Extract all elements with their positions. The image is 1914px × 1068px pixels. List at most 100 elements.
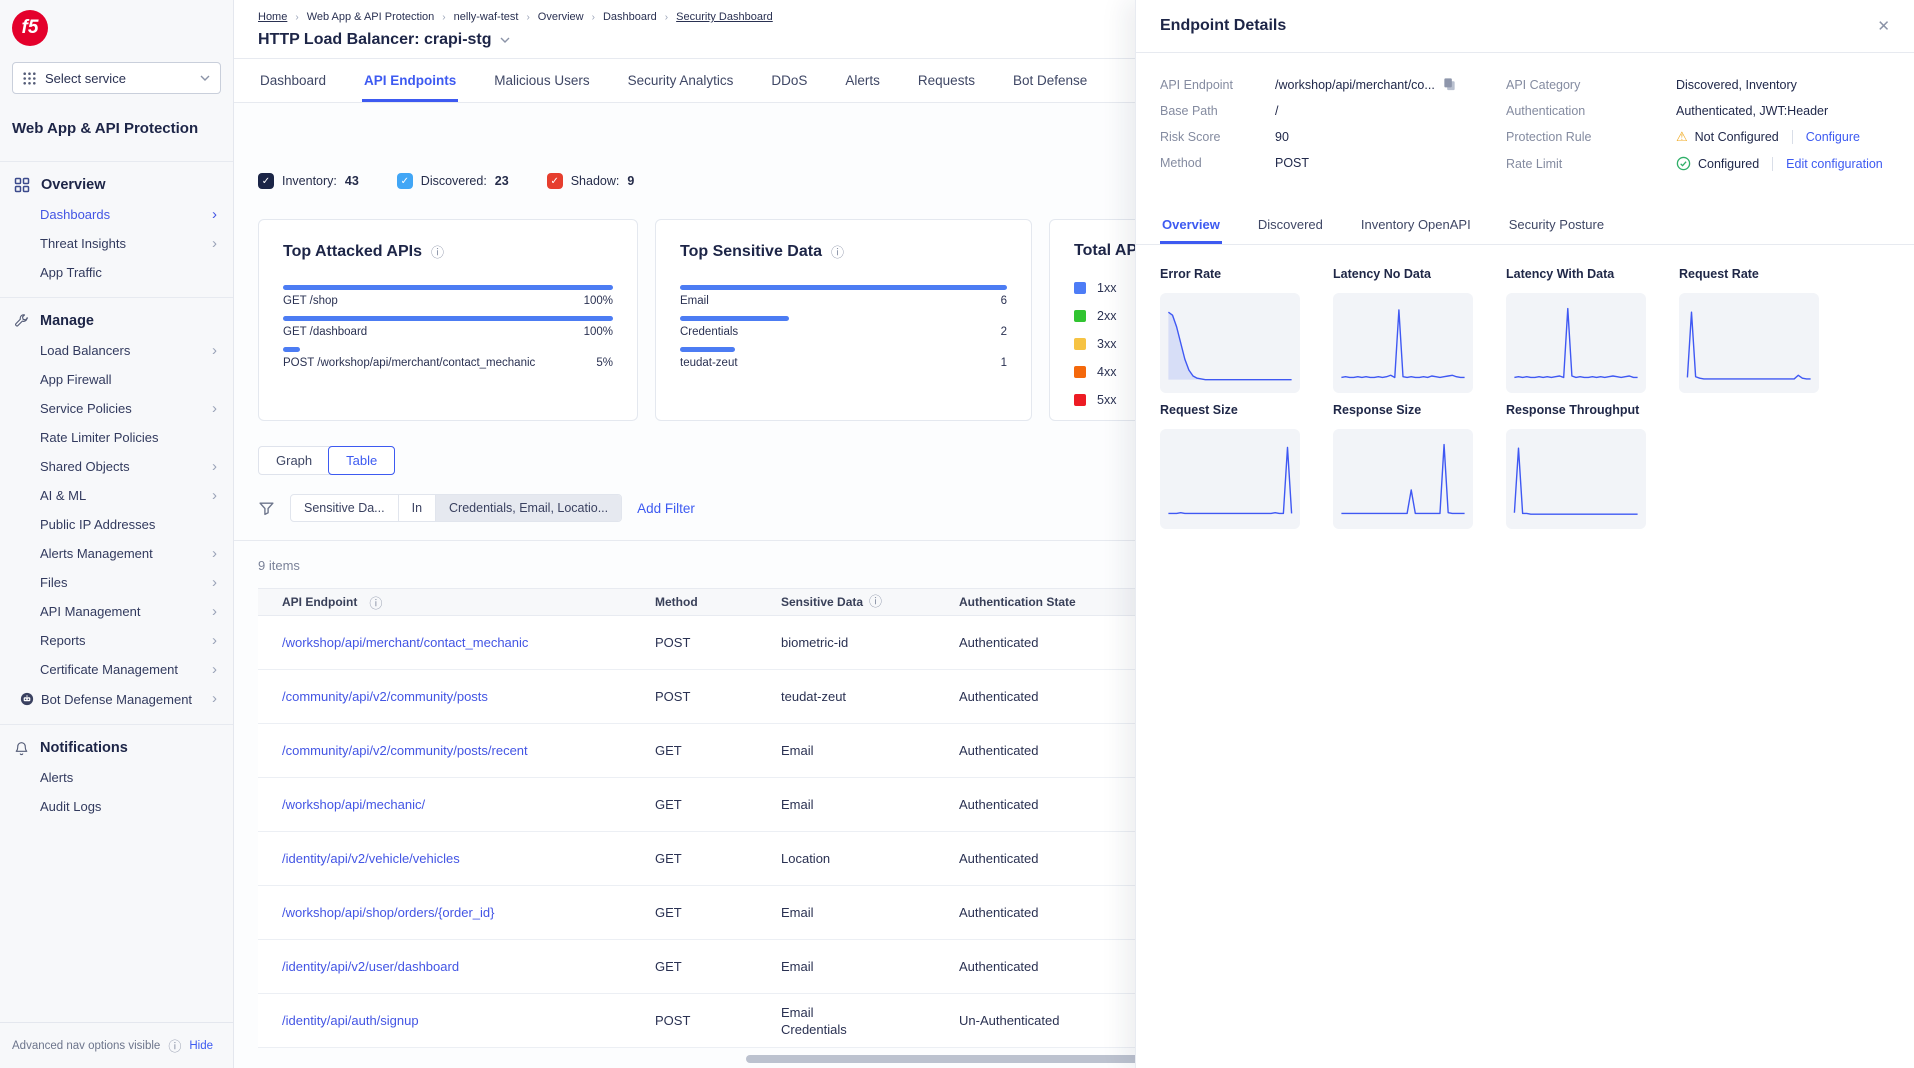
sidebar-item-threat-insights[interactable]: Threat Insights›: [0, 229, 233, 258]
filter-operator[interactable]: In: [398, 495, 436, 521]
sidebar-item-label: AI & ML: [40, 489, 86, 502]
sidebar-item-public-ip-addresses[interactable]: Public IP Addresses: [0, 510, 233, 539]
card-title: Top Attacked APIsⓘ: [283, 242, 613, 261]
bar-fill: [680, 285, 1007, 290]
configure-link[interactable]: Configure: [1806, 130, 1860, 144]
sidebar-item-bot-defense-management[interactable]: Bot Defense Management›: [0, 684, 233, 714]
panel-tab-inventory-openapi[interactable]: Inventory OpenAPI: [1359, 207, 1473, 244]
endpoint-link[interactable]: /identity/api/auth/signup: [282, 1013, 419, 1028]
sidebar-item-rate-limiter-policies[interactable]: Rate Limiter Policies: [0, 423, 233, 452]
checkbox-label: Discovered:: [421, 174, 487, 188]
sidebar-item-reports[interactable]: Reports›: [0, 626, 233, 655]
tab-malicious-users[interactable]: Malicious Users: [492, 59, 591, 102]
chevron-right-icon: ›: [212, 209, 223, 221]
chevron-right-icon: ›: [212, 403, 223, 415]
info-icon[interactable]: ⓘ: [168, 1036, 181, 1055]
sidebar-item-dashboards[interactable]: Dashboards ›: [0, 200, 233, 229]
view-toggle-table[interactable]: Table: [328, 446, 395, 475]
sensitive-data-cell: Email: [781, 742, 959, 759]
legend-label: 5xx: [1097, 393, 1116, 407]
sidebar-item-audit-logs[interactable]: Audit Logs: [0, 792, 233, 821]
sidebar-item-label: Alerts: [40, 771, 73, 784]
add-filter-button[interactable]: Add Filter: [637, 501, 695, 516]
tab-security-analytics[interactable]: Security Analytics: [626, 59, 736, 102]
tab-bot-defense[interactable]: Bot Defense: [1011, 59, 1089, 102]
sidebar-item-alerts[interactable]: Alerts: [0, 763, 233, 792]
breadcrumb-dashboard[interactable]: Dashboard: [603, 11, 657, 23]
panel-tab-security-posture[interactable]: Security Posture: [1507, 207, 1606, 244]
sidebar-item-app-traffic[interactable]: App Traffic: [0, 258, 233, 287]
endpoint-link[interactable]: /community/api/v2/community/posts: [282, 689, 488, 704]
metric-chart-title: Request Size: [1160, 403, 1300, 417]
nav-header-overview[interactable]: Overview: [0, 170, 233, 200]
panel-tab-overview[interactable]: Overview: [1160, 207, 1222, 244]
chevron-down-icon[interactable]: [500, 37, 510, 43]
filter-checkbox-discovered[interactable]: ✓Discovered:23: [397, 173, 509, 189]
filter-field[interactable]: Sensitive Da...: [291, 495, 398, 521]
sidebar-item-app-firewall[interactable]: App Firewall: [0, 365, 233, 394]
sidebar-item-load-balancers[interactable]: Load Balancers›: [0, 336, 233, 365]
tab-dashboard[interactable]: Dashboard: [258, 59, 328, 102]
filter-checkbox-inventory[interactable]: ✓Inventory:43: [258, 173, 359, 189]
nav-header-manage[interactable]: Manage: [0, 306, 233, 336]
bar-label: Email: [680, 295, 709, 307]
detail-value-text: /: [1275, 104, 1278, 118]
detail-value: 90: [1275, 130, 1289, 144]
tab-api-endpoints[interactable]: API Endpoints: [362, 59, 458, 102]
close-icon[interactable]: ✕: [1877, 17, 1890, 35]
endpoint-link[interactable]: /workshop/api/mechanic/: [282, 797, 425, 812]
warning-icon: ⚠: [1676, 129, 1688, 145]
sidebar-item-label: Dashboards: [40, 208, 110, 221]
view-toggle-graph[interactable]: Graph: [258, 446, 330, 475]
sidebar-item-alerts-management[interactable]: Alerts Management›: [0, 539, 233, 568]
detail-row-api-endpoint: API Endpoint/workshop/api/merchant/co...: [1160, 77, 1506, 92]
sensitive-data-cell: biometric-id: [781, 634, 959, 651]
detail-value: /workshop/api/merchant/co...: [1275, 77, 1457, 92]
filter-values-chip[interactable]: Credentials, Email, Locatio...: [436, 495, 621, 521]
metric-chart-title: Error Rate: [1160, 267, 1300, 281]
info-icon[interactable]: ⓘ: [369, 593, 382, 612]
legend-swatch: [1074, 366, 1086, 378]
breadcrumb-security-dashboard[interactable]: Security Dashboard: [676, 11, 773, 23]
filter-funnel-icon[interactable]: [258, 500, 275, 517]
breadcrumb-home[interactable]: Home: [258, 11, 287, 23]
sidebar-item-label: Reports: [40, 634, 86, 647]
edit-configuration-link[interactable]: Edit configuration: [1786, 157, 1883, 171]
nav-header-notifications[interactable]: Notifications: [0, 733, 233, 763]
breadcrumb-overview[interactable]: Overview: [538, 11, 584, 23]
chevron-right-icon: ›: [212, 238, 223, 250]
detail-label: API Category: [1506, 78, 1676, 92]
sparkline: [1160, 429, 1300, 529]
endpoint-link[interactable]: /identity/api/v2/user/dashboard: [282, 959, 459, 974]
sidebar-item-api-management[interactable]: API Management›: [0, 597, 233, 626]
hide-nav-link[interactable]: Hide: [189, 1040, 213, 1052]
tab-requests[interactable]: Requests: [916, 59, 977, 102]
info-icon[interactable]: ⓘ: [869, 594, 882, 609]
sidebar-item-shared-objects[interactable]: Shared Objects›: [0, 452, 233, 481]
panel-title: Endpoint Details: [1160, 17, 1286, 35]
sidebar-item-files[interactable]: Files›: [0, 568, 233, 597]
sidebar-item-certificate-management[interactable]: Certificate Management›: [0, 655, 233, 684]
endpoint-link[interactable]: /workshop/api/merchant/contact_mechanic: [282, 635, 528, 650]
filter-checkbox-shadow[interactable]: ✓Shadow:9: [547, 173, 635, 189]
bot-icon: [20, 692, 34, 706]
copy-icon[interactable]: [1442, 77, 1457, 92]
method-cell: GET: [655, 797, 781, 812]
sidebar-item-ai-ml[interactable]: AI & ML›: [0, 481, 233, 510]
tab-alerts[interactable]: Alerts: [843, 59, 882, 102]
bar-value: 5%: [596, 357, 613, 369]
breadcrumb-nelly-waf-test[interactable]: nelly-waf-test: [454, 11, 519, 23]
select-service-dropdown[interactable]: Select service: [12, 62, 221, 94]
info-icon[interactable]: ⓘ: [431, 242, 444, 261]
tab-ddos[interactable]: DDoS: [769, 59, 809, 102]
endpoint-link[interactable]: /workshop/api/shop/orders/{order_id}: [282, 905, 494, 920]
sidebar-item-label: Load Balancers: [40, 344, 130, 357]
breadcrumb-web-app-api-protection[interactable]: Web App & API Protection: [307, 11, 435, 23]
endpoint-link[interactable]: /identity/api/v2/vehicle/vehicles: [282, 851, 460, 866]
panel-tab-discovered[interactable]: Discovered: [1256, 207, 1325, 244]
sparkline: [1333, 429, 1473, 529]
endpoint-details-panel: Endpoint Details ✕ API Endpoint/workshop…: [1135, 0, 1914, 1068]
info-icon[interactable]: ⓘ: [831, 242, 844, 261]
endpoint-link[interactable]: /community/api/v2/community/posts/recent: [282, 743, 528, 758]
sidebar-item-service-policies[interactable]: Service Policies›: [0, 394, 233, 423]
